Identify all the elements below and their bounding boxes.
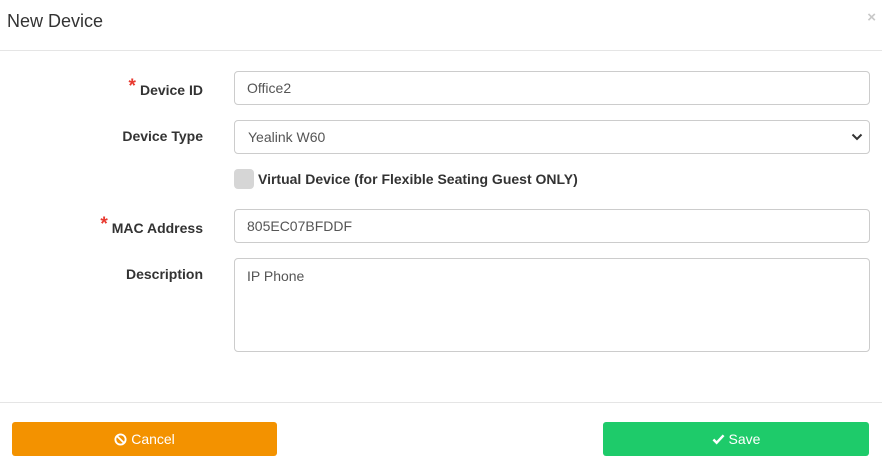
close-icon[interactable]: ×: [867, 10, 876, 25]
mac-address-input[interactable]: 805EC07BFDDF: [234, 209, 870, 243]
save-label: Save: [728, 431, 761, 447]
device-id-value: Office2: [247, 80, 292, 96]
check-icon: [712, 434, 725, 445]
dialog-title: New Device: [7, 11, 104, 31]
device-type-label: Device Type: [122, 128, 203, 144]
device-id-label-text: Device ID: [139, 82, 203, 98]
device-id-label: * Device ID: [128, 76, 203, 101]
device-id-input[interactable]: Office2: [234, 71, 870, 105]
dialog-footer: Cancel Save: [0, 402, 882, 468]
device-type-value: Yealink W60: [248, 129, 326, 145]
mac-address-value: 805EC07BFDDF: [247, 218, 353, 234]
description-label: Description: [125, 266, 203, 282]
save-button[interactable]: Save: [603, 422, 869, 456]
device-type-select[interactable]: Yealink W60: [234, 120, 870, 154]
virtual-device-label: Virtual Device (for Flexible Seating Gue…: [258, 171, 578, 187]
required-marker: *: [100, 214, 108, 235]
description-textarea[interactable]: IP Phone: [234, 258, 870, 352]
dialog-header: New Device ×: [0, 0, 882, 51]
required-marker: *: [128, 76, 136, 97]
cancel-label: Cancel: [131, 431, 175, 447]
description-value: IP Phone: [247, 268, 305, 284]
virtual-device-checkbox[interactable]: [234, 169, 254, 189]
ban-icon: [114, 432, 127, 446]
mac-address-label: * MAC Address: [100, 214, 203, 239]
chevron-down-icon: [851, 133, 863, 141]
cancel-button[interactable]: Cancel: [12, 422, 277, 456]
mac-address-label-text: MAC Address: [111, 220, 203, 236]
new-device-dialog: New Device × * Device ID Office2 Device T…: [0, 0, 882, 468]
